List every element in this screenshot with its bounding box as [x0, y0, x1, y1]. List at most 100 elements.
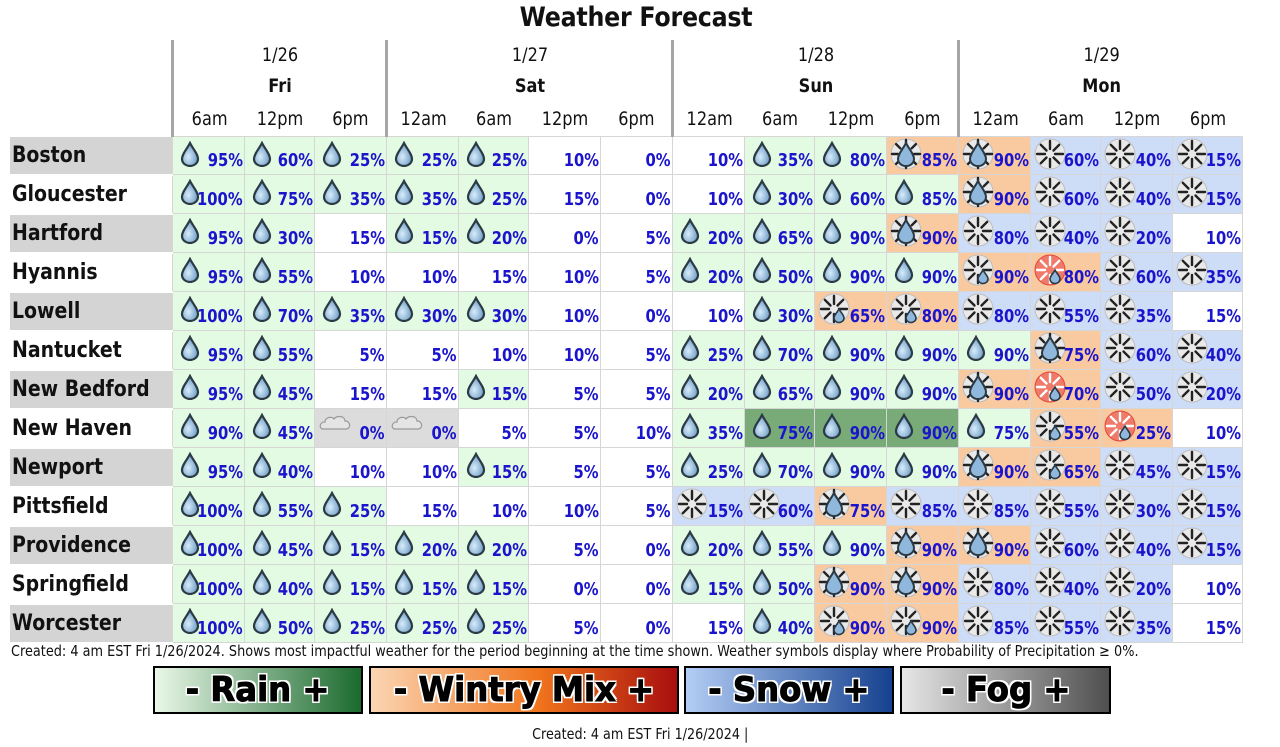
forecast-cell: 5%: [528, 408, 602, 448]
precip-probability: 95%: [207, 384, 244, 405]
rain-drop-icon: [821, 373, 843, 401]
precip-probability: 75%: [277, 189, 314, 210]
forecast-cell: 80%: [1030, 252, 1102, 292]
precip-probability: 75%: [993, 423, 1030, 444]
rain-drop-icon: [751, 217, 773, 245]
forecast-cell: 30%: [744, 174, 816, 214]
forecast-cell: 5%: [528, 447, 602, 487]
snow-rain-mix-icon: [889, 565, 925, 599]
precip-probability: 10%: [1205, 228, 1242, 249]
forecast-cell: 90%: [814, 447, 888, 487]
forecast-cell: 55%: [744, 525, 816, 565]
city-name: Gloucester: [10, 174, 173, 215]
precip-probability: 25%: [349, 150, 386, 171]
rain-drop-icon: [965, 334, 987, 362]
precip-probability: 70%: [1063, 384, 1100, 405]
forecast-cell: 60%: [244, 136, 316, 175]
precip-probability: 70%: [777, 345, 814, 366]
precip-probability: 15%: [1205, 189, 1242, 210]
forecast-cell: 60%: [1100, 252, 1174, 292]
rain-drop-icon: [821, 451, 843, 479]
forecast-cell: 60%: [1030, 136, 1102, 175]
forecast-cell: 90%: [958, 330, 1032, 370]
forecast-cell: 15%: [672, 486, 746, 526]
precip-probability: 0%: [645, 579, 672, 600]
forecast-cell: 90%: [958, 252, 1032, 292]
city-name: Newport: [10, 447, 173, 488]
rain-drop-icon: [393, 140, 415, 168]
precip-probability: 25%: [707, 345, 744, 366]
forecast-cell: 10%: [314, 447, 388, 487]
city-name: Nantucket: [10, 330, 173, 371]
header-time-row: 6am 12pm 6pm 12am 6am 12pm 6pm 12am 6am 12pm 6pm 12…: [10, 102, 1243, 137]
forecast-cell: 55%: [244, 486, 316, 526]
snow-rain-mix-icon: [889, 526, 925, 560]
forecast-cell: 55%: [1030, 291, 1102, 331]
precip-probability: 60%: [1135, 267, 1172, 288]
snowflake-icon: [1103, 137, 1139, 171]
precip-probability: 45%: [277, 540, 314, 561]
rain-drop-icon: [893, 334, 915, 362]
precip-probability: 10%: [563, 345, 600, 366]
precip-probability: 0%: [573, 579, 600, 600]
city-name: Hartford: [10, 213, 173, 254]
rain-drop-icon: [393, 607, 415, 635]
forecast-cell: 10%: [528, 330, 602, 370]
time-header: 12am: [390, 102, 454, 137]
forecast-cell: 75%: [244, 174, 316, 214]
rain-drop-icon: [751, 373, 773, 401]
forecast-cell: 5%: [528, 525, 602, 565]
forecast-cell: 35%: [1100, 603, 1174, 643]
precip-probability: 10%: [349, 267, 386, 288]
forecast-cell: 55%: [1030, 486, 1102, 526]
precip-probability: 10%: [635, 423, 672, 444]
forecast-cell: 0%: [528, 213, 602, 253]
precip-probability: 15%: [421, 384, 458, 405]
forecast-cell: 10%: [314, 252, 388, 292]
precip-probability: 30%: [421, 306, 458, 327]
forecast-cell: 90%: [814, 213, 888, 253]
forecast-cell: 25%: [458, 136, 530, 175]
forecast-cell: 40%: [244, 564, 316, 604]
forecast-cell: 15%: [1172, 136, 1244, 175]
forecast-cell: 40%: [244, 447, 316, 487]
city-label: Hyannis: [12, 259, 98, 285]
precip-probability: 5%: [359, 345, 386, 366]
precip-probability: 90%: [993, 267, 1030, 288]
snow-rain-mix-icon: [961, 175, 997, 209]
forecast-cell: 40%: [744, 603, 816, 643]
precip-probability: 85%: [993, 501, 1030, 522]
forecast-cell: 30%: [744, 291, 816, 331]
forecast-cell: 90%: [886, 564, 960, 604]
precip-probability: 15%: [1205, 540, 1242, 561]
precip-probability: 20%: [491, 228, 528, 249]
forecast-cell: 10%: [672, 136, 746, 175]
rain-drop-icon: [251, 412, 273, 440]
forecast-cell: 20%: [672, 213, 746, 253]
freezing-rain-icon: [1103, 409, 1139, 443]
precip-probability: 25%: [349, 618, 386, 639]
rain-drop-icon: [679, 217, 701, 245]
precip-probability: 15%: [707, 579, 744, 600]
precip-probability: 45%: [277, 384, 314, 405]
precip-probability: 5%: [431, 345, 458, 366]
forecast-cell: 15%: [672, 564, 746, 604]
forecast-cell: 90%: [958, 174, 1032, 214]
table-row: New Haven 90% 45% 0% 0% 5% 5% 10% 35% 75% 90% 90% 75…: [10, 408, 1244, 449]
rain-drop-icon: [751, 256, 773, 284]
precip-probability: 60%: [1063, 150, 1100, 171]
precip-probability: 20%: [421, 540, 458, 561]
precip-probability: 55%: [1063, 501, 1100, 522]
precip-probability: 0%: [431, 423, 458, 444]
forecast-cell: 90%: [814, 408, 888, 448]
snow-rain-mix-icon: [961, 370, 997, 404]
rain-drop-icon: [821, 178, 843, 206]
precip-probability: 90%: [849, 228, 886, 249]
forecast-cell: 60%: [1030, 525, 1102, 565]
forecast-cell: 95%: [172, 369, 246, 409]
precip-probability: 15%: [563, 189, 600, 210]
precip-probability: 35%: [777, 150, 814, 171]
precip-probability: 0%: [573, 228, 600, 249]
forecast-cell: 5%: [458, 408, 530, 448]
rain-drop-icon: [179, 140, 201, 168]
